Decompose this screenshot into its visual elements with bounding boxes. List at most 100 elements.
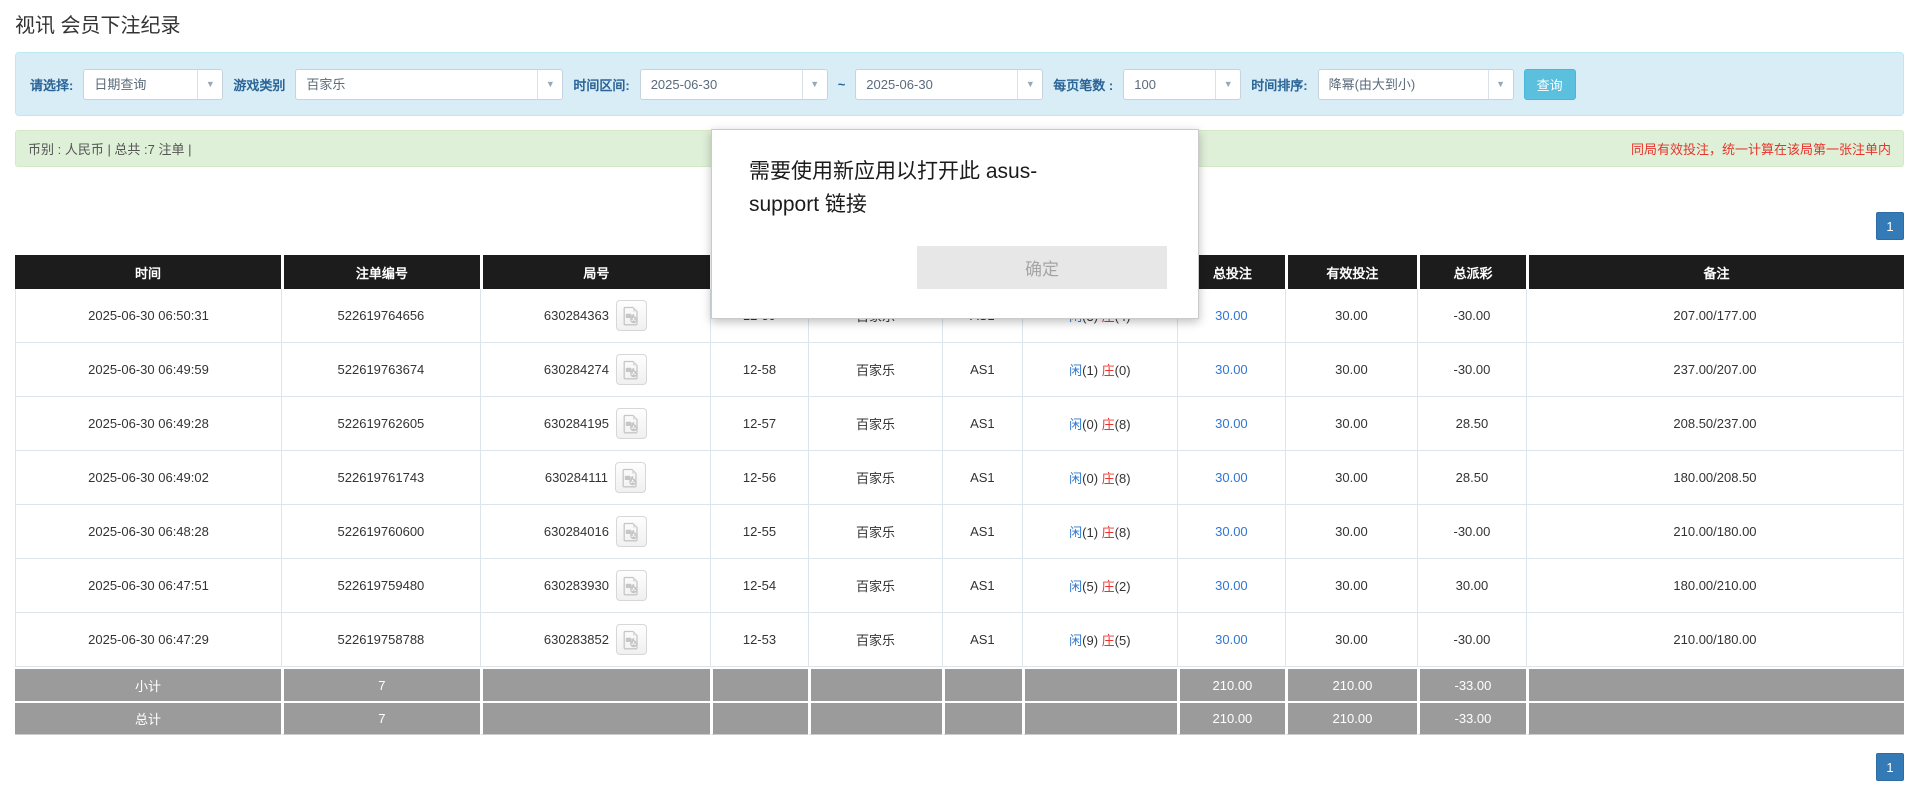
- search-button[interactable]: 查询: [1524, 69, 1576, 100]
- player-label: 闲: [1069, 363, 1082, 378]
- round-id-text: 630284111: [545, 470, 608, 485]
- cell-table: AS1: [942, 343, 1022, 397]
- game-category-select[interactable]: 百家乐 ▼: [295, 69, 563, 100]
- cell-table: AS1: [942, 613, 1022, 667]
- cell-bet: [1022, 701, 1177, 735]
- bet-points: (0): [1082, 417, 1102, 432]
- video-record-button[interactable]: [616, 354, 647, 385]
- total-bet-link[interactable]: 30.00: [1215, 524, 1248, 539]
- game-category-label: 游戏类别: [233, 75, 285, 94]
- video-record-button[interactable]: [616, 300, 647, 331]
- banker-label: 庄: [1102, 579, 1115, 594]
- total-bet-link[interactable]: 30.00: [1215, 308, 1248, 323]
- page-size-select[interactable]: 100 ▼: [1123, 69, 1241, 100]
- video-record-button[interactable]: [616, 624, 647, 655]
- round-id-text: 630284195: [544, 416, 609, 431]
- chevron-down-icon[interactable]: ▼: [1017, 70, 1042, 99]
- bet-points: (2): [1115, 579, 1131, 594]
- video-record-button[interactable]: [616, 570, 647, 601]
- cell-remark: 208.50/237.00: [1526, 397, 1904, 451]
- col-header-bet-id: 注单编号: [281, 255, 480, 289]
- cell-time: 2025-06-30 06:50:31: [15, 289, 281, 343]
- chevron-down-icon[interactable]: ▼: [802, 70, 827, 99]
- video-file-icon: [621, 576, 641, 596]
- banker-label: 庄: [1102, 471, 1115, 486]
- chevron-down-icon[interactable]: ▼: [1215, 70, 1240, 99]
- banker-label: 庄: [1102, 633, 1115, 648]
- cell-game: 百家乐: [808, 613, 942, 667]
- round-id-with-video: 630283852: [485, 624, 706, 655]
- cell-bet: [1022, 667, 1177, 701]
- cell-table: [942, 667, 1022, 701]
- valid-bet-note: 同局有效投注，统一计算在该局第一张注单内: [1631, 139, 1891, 158]
- game-category-value: 百家乐: [296, 70, 537, 99]
- cell-bet: 闲(5) 庄(2): [1022, 559, 1177, 613]
- table-row: 2025-06-30 06:49:02522619761743630284111…: [15, 451, 1904, 505]
- cell-payout: -30.00: [1417, 505, 1526, 559]
- chevron-down-icon[interactable]: ▼: [197, 70, 222, 99]
- total-bet-link[interactable]: 30.00: [1215, 416, 1248, 431]
- round-id-text: 630283930: [544, 578, 609, 593]
- cell-valid-bet: 30.00: [1285, 559, 1417, 613]
- page-1-button[interactable]: 1: [1876, 212, 1904, 240]
- date-from-select[interactable]: 2025-06-30 ▼: [640, 69, 828, 100]
- query-type-select[interactable]: 日期查询 ▼: [83, 69, 223, 100]
- video-file-icon: [621, 360, 641, 380]
- range-tilde: ~: [838, 77, 846, 92]
- cell-round-id: 630284195: [480, 397, 710, 451]
- cell-valid-bet: 30.00: [1285, 505, 1417, 559]
- cell-round-id: 630284363: [480, 289, 710, 343]
- total-bet-link[interactable]: 30.00: [1215, 470, 1248, 485]
- date-from-value: 2025-06-30: [641, 70, 802, 99]
- cell-time: 2025-06-30 06:48:28: [15, 505, 281, 559]
- cell-bet: 闲(0) 庄(8): [1022, 451, 1177, 505]
- table-row: 2025-06-30 06:47:51522619759480630283930…: [15, 559, 1904, 613]
- cell-bet-id: 522619763674: [281, 343, 480, 397]
- bet-points: (0): [1082, 471, 1102, 486]
- cell-table: AS1: [942, 559, 1022, 613]
- cell-round-id: 630284111: [480, 451, 710, 505]
- cell-bet-id: 522619764656: [281, 289, 480, 343]
- round-id-with-video: 630284274: [485, 354, 706, 385]
- video-record-button[interactable]: [616, 516, 647, 547]
- cell-game: 百家乐: [808, 397, 942, 451]
- bet-points: (8): [1115, 417, 1131, 432]
- dialog-ok-button[interactable]: 确定: [917, 246, 1167, 289]
- cell-remark: 237.00/207.00: [1526, 343, 1904, 397]
- video-record-button[interactable]: [615, 462, 646, 493]
- date-to-select[interactable]: 2025-06-30 ▼: [855, 69, 1043, 100]
- cell-session: 12-53: [710, 613, 808, 667]
- cell-game: 百家乐: [808, 505, 942, 559]
- query-type-value: 日期查询: [84, 70, 197, 99]
- cell-time: 2025-06-30 06:47:29: [15, 613, 281, 667]
- page-1-button[interactable]: 1: [1876, 753, 1904, 781]
- chevron-down-icon[interactable]: ▼: [537, 70, 562, 99]
- cell-session: 12-56: [710, 451, 808, 505]
- chevron-down-icon[interactable]: ▼: [1488, 70, 1513, 99]
- cell-total-bet: 30.00: [1177, 397, 1285, 451]
- col-header-round-id: 局号: [480, 255, 710, 289]
- cell-bet-id: 522619762605: [281, 397, 480, 451]
- cell-round-id: 630284274: [480, 343, 710, 397]
- cell-round-id: 630284016: [480, 505, 710, 559]
- total-bet-link[interactable]: 30.00: [1215, 362, 1248, 377]
- bet-points: (0): [1115, 363, 1131, 378]
- total-bet-link[interactable]: 30.00: [1215, 632, 1248, 647]
- video-record-button[interactable]: [616, 408, 647, 439]
- player-label: 闲: [1069, 417, 1082, 432]
- cell-total-bet: 30.00: [1177, 343, 1285, 397]
- cell-remark: [1526, 701, 1904, 735]
- col-header-valid-bet: 有效投注: [1285, 255, 1417, 289]
- video-file-icon: [621, 630, 641, 650]
- cell-bet-id: 7: [281, 701, 480, 735]
- pagination-bottom: 1: [15, 753, 1904, 781]
- cell-remark: 210.00/180.00: [1526, 613, 1904, 667]
- cell-session: 12-57: [710, 397, 808, 451]
- cell-round-id: [480, 701, 710, 735]
- round-id-with-video: 630284363: [485, 300, 706, 331]
- total-bet-link[interactable]: 30.00: [1215, 578, 1248, 593]
- total-row: 小计7210.00210.00-33.00: [15, 667, 1904, 701]
- time-sort-select[interactable]: 降幂(由大到小) ▼: [1318, 69, 1514, 100]
- cell-remark: [1526, 667, 1904, 701]
- banker-label: 庄: [1102, 525, 1115, 540]
